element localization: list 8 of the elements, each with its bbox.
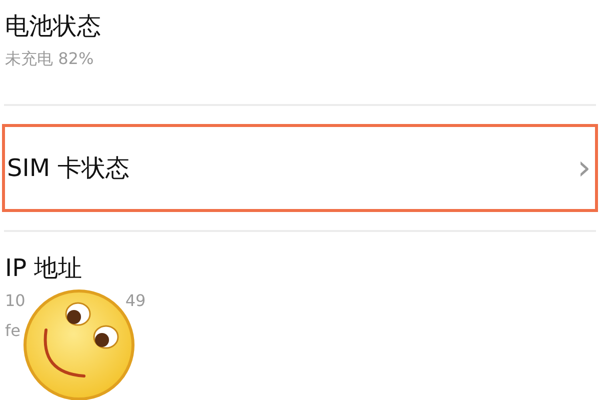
setting-title: IP 地址 <box>5 253 84 284</box>
chevron-icon: › <box>577 151 591 185</box>
setting-title: 电池状态 <box>5 11 102 42</box>
setting-title[interactable]: SIM 卡状态 <box>7 150 130 186</box>
setting-value: 49 <box>125 290 146 312</box>
setting-value: 10 <box>5 290 26 312</box>
setting-value: 未充电 82% <box>5 48 94 70</box>
setting-value: fe <box>5 320 20 342</box>
